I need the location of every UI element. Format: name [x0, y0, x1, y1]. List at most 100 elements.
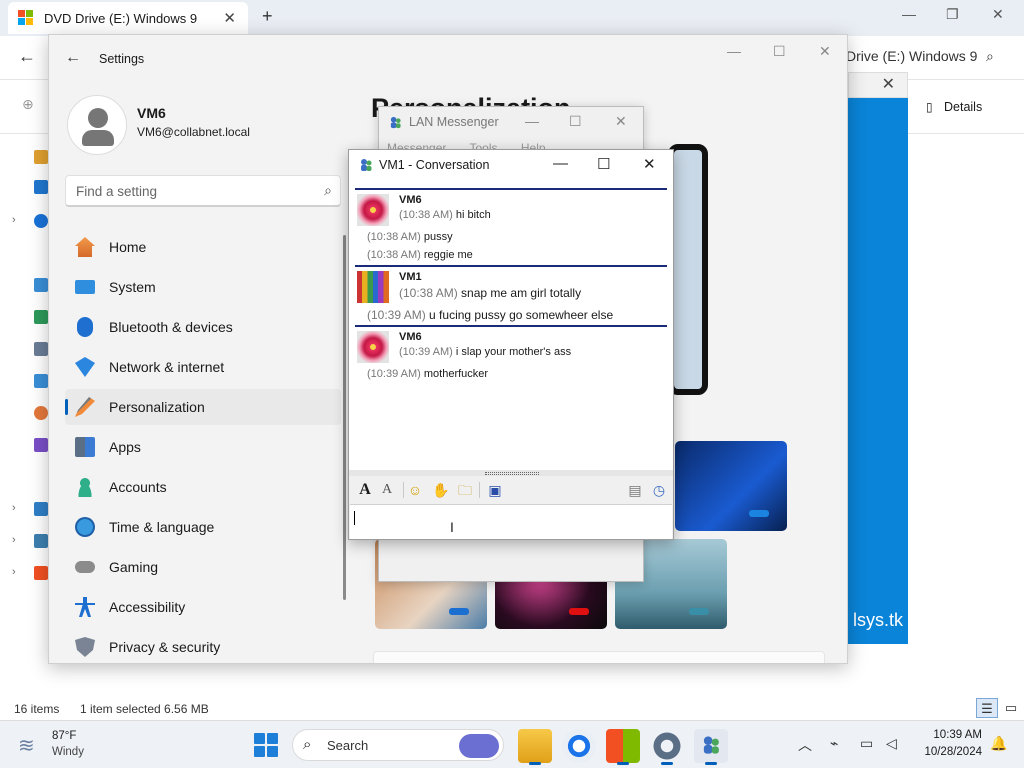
- nudge-icon[interactable]: ✋: [431, 480, 451, 500]
- clipboard-icon[interactable]: ▤: [625, 480, 645, 500]
- search-icon: ⌕: [324, 182, 332, 198]
- new-item-icon[interactable]: ⊕: [22, 96, 34, 113]
- sidebar-item-system[interactable]: System: [65, 269, 341, 305]
- network-icon[interactable]: [34, 534, 48, 548]
- conversation-title-bar: VM1 - Conversation — ☐ ✕: [349, 150, 673, 180]
- chevron-right-icon[interactable]: ›: [12, 566, 16, 578]
- explorer-nav-pane: › › › ›: [0, 134, 48, 694]
- chevron-up-icon[interactable]: ︿: [798, 735, 812, 755]
- sidebar-item-accessibility[interactable]: Accessibility: [65, 589, 341, 625]
- font-color-icon[interactable]: A: [377, 480, 397, 500]
- minimize-icon[interactable]: —: [727, 43, 741, 59]
- sidebar-item-time-language[interactable]: Time & language: [65, 509, 341, 545]
- documents-icon[interactable]: [34, 342, 48, 356]
- music-icon[interactable]: [34, 406, 48, 420]
- downloads-icon[interactable]: [34, 310, 48, 324]
- gallery-icon[interactable]: [34, 180, 48, 194]
- dvd-drive-icon[interactable]: [34, 566, 48, 580]
- sidebar-item-label: Time & language: [109, 519, 215, 535]
- taskbar-search-box[interactable]: ⌕ Search: [292, 729, 504, 761]
- address-path[interactable]: Drive (E:) Windows 9: [846, 48, 977, 64]
- settings-taskbar-icon[interactable]: [650, 729, 684, 765]
- details-button[interactable]: ▯ Details: [926, 100, 982, 114]
- search-icon[interactable]: ⌕: [986, 48, 994, 65]
- sidebar-item-home[interactable]: Home: [65, 229, 341, 265]
- close-tab-icon[interactable]: ✕: [223, 9, 236, 27]
- lan-messenger-taskbar-icon[interactable]: [694, 729, 728, 765]
- sidebar-item-accounts[interactable]: Accounts: [65, 469, 341, 505]
- item-count: 16 items: [14, 702, 60, 716]
- sidebar-item-gaming[interactable]: Gaming: [65, 549, 341, 585]
- message-text: u fucing pussy go somewheer else: [429, 308, 614, 322]
- network-offline-icon[interactable]: ⌁: [830, 735, 838, 752]
- weather-temperature[interactable]: 87°F: [52, 730, 76, 742]
- clock-date[interactable]: 10/28/2024: [914, 746, 982, 758]
- theme-thumbnail[interactable]: [675, 441, 787, 531]
- gamepad-icon: [75, 561, 95, 573]
- store-taskbar-icon[interactable]: [606, 729, 640, 765]
- sidebar-item-personalization[interactable]: Personalization: [65, 389, 341, 425]
- back-arrow-icon[interactable]: ←: [65, 49, 81, 67]
- chevron-right-icon[interactable]: ›: [12, 534, 16, 546]
- maximize-icon[interactable]: ☐: [597, 155, 610, 173]
- message-log[interactable]: VM6 (10:38 AM) hi bitch (10:38 AM) pussy (1…: [349, 180, 673, 470]
- minimize-icon[interactable]: —: [902, 6, 916, 22]
- tiles-view-icon[interactable]: ▭: [1000, 698, 1022, 718]
- maximize-icon[interactable]: ☐: [569, 113, 582, 130]
- desktop-icon[interactable]: [34, 278, 48, 292]
- sidebar-item-label: Personalization: [109, 399, 205, 415]
- volume-muted-icon[interactable]: ◁: [886, 735, 897, 752]
- videos-icon[interactable]: [34, 438, 48, 452]
- sidebar-item-network-internet[interactable]: Network & internet: [65, 349, 341, 385]
- message-text: reggie me: [423, 249, 473, 261]
- wind-weather-icon[interactable]: ≋: [18, 733, 35, 758]
- close-window-icon[interactable]: ✕: [992, 6, 1004, 23]
- sidebar-item-apps[interactable]: Apps: [65, 429, 341, 465]
- minimize-icon[interactable]: —: [553, 155, 568, 172]
- notification-bell-icon[interactable]: 🔔: [990, 735, 1007, 752]
- this-pc-icon[interactable]: [34, 502, 48, 516]
- start-button[interactable]: [254, 733, 278, 757]
- sidebar-item-privacy-security[interactable]: Privacy & security: [65, 629, 341, 663]
- history-icon[interactable]: ◷: [649, 480, 669, 500]
- preview-close-button[interactable]: ✕: [848, 72, 908, 98]
- pictures-icon[interactable]: [34, 374, 48, 388]
- chrome-taskbar-icon[interactable]: [562, 729, 596, 763]
- message-icon[interactable]: ▭: [860, 735, 873, 752]
- chevron-right-icon[interactable]: ›: [12, 502, 16, 514]
- smiley-icon[interactable]: ☺: [405, 480, 425, 500]
- accounts-icon: [75, 477, 95, 497]
- message-group: VM6 (10:39 AM) i slap your mother's ass (1…: [355, 325, 667, 385]
- explorer-tab[interactable]: DVD Drive (E:) Windows 9 ✕: [8, 2, 248, 34]
- font-icon[interactable]: A: [355, 480, 375, 500]
- message-text: pussy: [423, 231, 453, 243]
- new-tab-button[interactable]: +: [262, 6, 273, 27]
- nav-scrollbar[interactable]: [343, 235, 346, 600]
- shield-icon: [75, 637, 95, 657]
- flower-avatar: [357, 331, 389, 363]
- chevron-right-icon[interactable]: ›: [12, 214, 16, 226]
- weather-description[interactable]: Windy: [52, 746, 84, 758]
- home-folder-icon[interactable]: [34, 150, 48, 164]
- details-view-icon[interactable]: ☰: [976, 698, 998, 718]
- sidebar-item-label: Bluetooth & devices: [109, 319, 233, 335]
- close-window-icon[interactable]: ✕: [819, 43, 831, 60]
- message-text: hi bitch: [455, 209, 491, 221]
- back-arrow-icon[interactable]: ←: [18, 46, 36, 67]
- close-window-icon[interactable]: ✕: [615, 113, 627, 130]
- message-input[interactable]: I: [350, 504, 672, 539]
- message-line: (10:39 AM) motherfucker: [367, 368, 488, 380]
- maximize-icon[interactable]: ☐: [773, 43, 786, 60]
- clock-time[interactable]: 10:39 AM: [926, 729, 982, 741]
- restore-icon[interactable]: ❐: [946, 6, 959, 23]
- settings-card[interactable]: [373, 651, 825, 663]
- file-explorer-taskbar-icon[interactable]: [518, 729, 552, 765]
- send-file-icon[interactable]: 🗀: [455, 480, 475, 500]
- user-avatar[interactable]: [67, 95, 127, 155]
- sidebar-item-bluetooth-devices[interactable]: Bluetooth & devices: [65, 309, 341, 345]
- close-window-icon[interactable]: ✕: [643, 155, 656, 173]
- save-icon[interactable]: ▣: [485, 480, 505, 500]
- settings-search-input[interactable]: Find a setting ⌕: [65, 175, 341, 207]
- onedrive-icon[interactable]: [34, 214, 48, 228]
- minimize-icon[interactable]: —: [525, 113, 539, 129]
